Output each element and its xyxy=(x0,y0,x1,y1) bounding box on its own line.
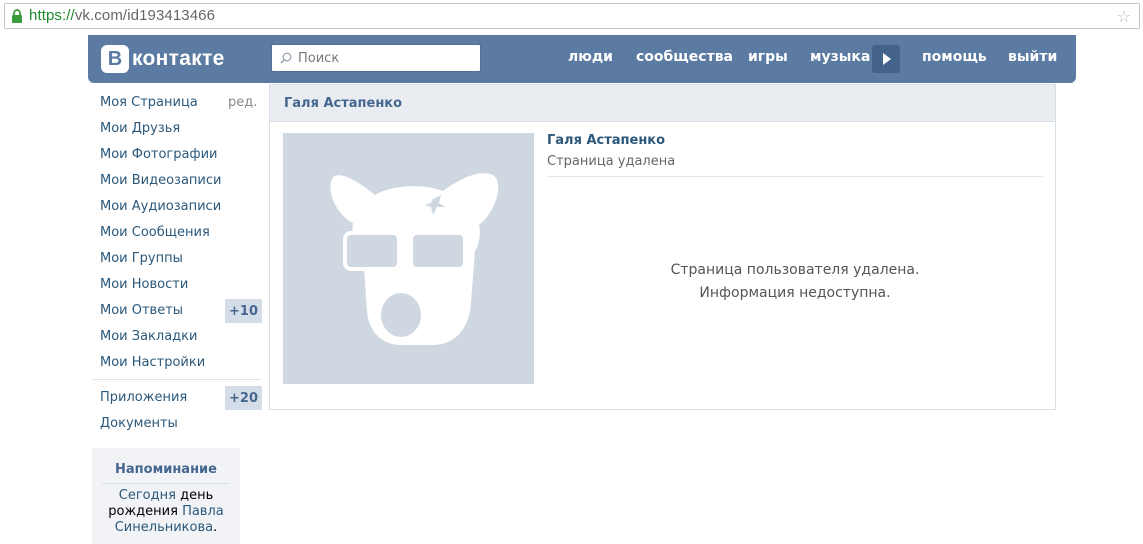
url-field[interactable]: https://vk.com/id193413466 ☆ xyxy=(4,3,1140,29)
nav-communities[interactable]: сообщества xyxy=(636,49,733,65)
top-nav: люди сообщества игры музыка помощь выйти xyxy=(88,35,1076,83)
nav-people[interactable]: люди xyxy=(568,49,613,65)
sidebar-item-settings[interactable]: Мои Настройки xyxy=(100,355,205,370)
url-path: vk.com/id193413466 xyxy=(74,7,216,24)
url-text: https://vk.com/id193413466 xyxy=(29,7,215,24)
url-protocol: https:// xyxy=(29,7,75,24)
profile-box: Галя Астапенко Галя Астапенко Страница у… xyxy=(269,84,1056,410)
profile-status: Страница удалена xyxy=(547,154,676,169)
sidebar-item-messages[interactable]: Мои Сообщения xyxy=(100,225,210,240)
sidebar-item-documents[interactable]: Документы xyxy=(100,416,178,431)
deleted-message: Страница пользователя удалена. Информаци… xyxy=(547,259,1043,305)
answers-badge[interactable]: +10 xyxy=(225,299,262,323)
reminder-divider xyxy=(102,483,228,484)
sidebar-item-videos[interactable]: Мои Видеозаписи xyxy=(100,173,221,188)
sidebar-item-answers[interactable]: Мои Ответы xyxy=(100,303,183,318)
apps-badge[interactable]: +20 xyxy=(225,386,262,410)
play-icon[interactable] xyxy=(872,45,900,73)
lock-icon xyxy=(12,9,22,23)
sidebar-item-news[interactable]: Мои Новости xyxy=(100,277,188,292)
deleted-message-line1: Страница пользователя удалена. xyxy=(670,262,920,278)
profile-divider xyxy=(547,176,1043,177)
profile-header-bar: Галя Астапенко xyxy=(270,85,1055,122)
reminder-title: Напоминание xyxy=(115,462,217,477)
site-header: В контакте люди сообщества игры музыка п… xyxy=(88,35,1076,83)
page-title: Галя Астапенко xyxy=(284,96,403,111)
reminder-text: Сегодня день рождения Павла Синельникова… xyxy=(98,488,234,536)
nav-help[interactable]: помощь xyxy=(922,49,987,65)
deleted-message-line2: Информация недоступна. xyxy=(699,285,891,301)
sidebar-item-my-page[interactable]: Моя Страница xyxy=(100,95,198,110)
star-icon[interactable]: ☆ xyxy=(1117,7,1131,26)
nav-games[interactable]: игры xyxy=(748,49,788,65)
browser-address-bar: https://vk.com/id193413466 ☆ xyxy=(0,0,1143,34)
sidebar-item-groups[interactable]: Мои Группы xyxy=(100,251,183,266)
edit-link[interactable]: ред. xyxy=(228,95,257,110)
nav-logout[interactable]: выйти xyxy=(1008,49,1057,65)
reminder-today-link[interactable]: Сегодня xyxy=(119,488,176,503)
deleted-avatar xyxy=(283,133,534,384)
reminder-end: . xyxy=(213,520,218,535)
nav-music[interactable]: музыка xyxy=(810,49,870,65)
sidebar-item-audio[interactable]: Мои Аудиозаписи xyxy=(100,199,221,214)
profile-name[interactable]: Галя Астапенко xyxy=(547,133,665,148)
sidebar-item-photos[interactable]: Мои Фотографии xyxy=(100,147,217,162)
menu-divider xyxy=(93,379,261,380)
sidebar-item-bookmarks[interactable]: Мои Закладки xyxy=(100,329,197,344)
sidebar-item-apps[interactable]: Приложения xyxy=(100,390,187,405)
dog-icon xyxy=(330,173,499,345)
sidebar-item-friends[interactable]: Мои Друзья xyxy=(100,121,180,136)
reminder-box: Напоминание Сегодня день рождения Павла … xyxy=(92,448,240,544)
